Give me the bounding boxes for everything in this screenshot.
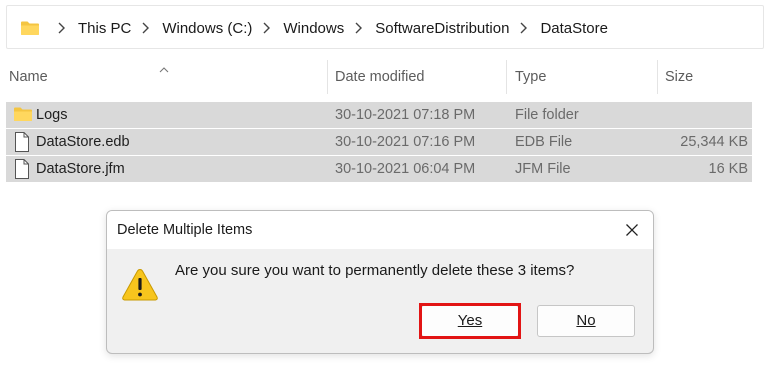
file-name: DataStore.edb xyxy=(36,134,130,150)
breadcrumb: This PC Windows (C:) Windows SoftwareDis… xyxy=(47,6,608,50)
breadcrumb-windows-c[interactable]: Windows (C:) xyxy=(162,20,252,37)
breadcrumb-this-pc[interactable]: This PC xyxy=(78,20,131,37)
file-row-logs[interactable]: Logs 30-10-2021 07:18 PM File folder xyxy=(6,102,752,128)
column-divider[interactable] xyxy=(506,60,507,94)
warning-icon xyxy=(121,267,159,303)
close-icon[interactable] xyxy=(625,223,639,237)
chevron-right-icon[interactable] xyxy=(141,22,150,34)
dialog-title-bar[interactable]: Delete Multiple Items xyxy=(107,211,653,249)
file-type: EDB File xyxy=(515,134,573,150)
file-name: Logs xyxy=(36,107,68,123)
file-date: 30-10-2021 07:16 PM xyxy=(335,134,476,150)
breadcrumb-windows[interactable]: Windows xyxy=(283,20,344,37)
file-size: 16 KB xyxy=(708,161,749,177)
no-button[interactable]: No xyxy=(537,305,635,337)
column-header-row: Name Date modified Type Size xyxy=(0,58,770,96)
column-divider[interactable] xyxy=(327,60,328,94)
file-row-datastore-edb[interactable]: DataStore.edb 30-10-2021 07:16 PM EDB Fi… xyxy=(6,129,752,155)
chevron-right-icon[interactable] xyxy=(519,22,528,34)
chevron-right-icon xyxy=(57,22,66,34)
no-button-label: No xyxy=(576,312,596,329)
dialog-message: Are you sure you want to permanently del… xyxy=(175,262,575,279)
yes-button-label: Yes xyxy=(457,312,483,329)
file-date: 30-10-2021 07:18 PM xyxy=(335,107,476,123)
folder-icon xyxy=(13,106,33,126)
breadcrumb-datastore[interactable]: DataStore xyxy=(540,20,608,37)
file-icon xyxy=(14,159,30,183)
column-header-size[interactable]: Size xyxy=(665,69,693,85)
column-header-date-modified[interactable]: Date modified xyxy=(335,69,424,85)
file-size: 25,344 KB xyxy=(680,134,748,150)
folder-icon xyxy=(20,20,40,36)
file-date: 30-10-2021 06:04 PM xyxy=(335,161,476,177)
yes-button[interactable]: Yes xyxy=(421,305,519,337)
file-type: File folder xyxy=(515,107,579,123)
sort-ascending-icon xyxy=(159,60,169,73)
file-row-datastore-jfm[interactable]: DataStore.jfm 30-10-2021 06:04 PM JFM Fi… xyxy=(6,156,752,182)
chevron-right-icon[interactable] xyxy=(262,22,271,34)
address-bar[interactable]: This PC Windows (C:) Windows SoftwareDis… xyxy=(6,5,764,49)
column-header-name[interactable]: Name xyxy=(9,69,48,85)
column-divider[interactable] xyxy=(657,60,658,94)
breadcrumb-software-distribution[interactable]: SoftwareDistribution xyxy=(375,20,509,37)
delete-dialog: Delete Multiple Items Are you sure you w… xyxy=(106,210,654,354)
file-name: DataStore.jfm xyxy=(36,161,125,177)
column-header-type[interactable]: Type xyxy=(515,69,546,85)
dialog-title: Delete Multiple Items xyxy=(117,222,253,238)
file-icon xyxy=(14,132,30,156)
chevron-right-icon[interactable] xyxy=(354,22,363,34)
file-type: JFM File xyxy=(515,161,571,177)
